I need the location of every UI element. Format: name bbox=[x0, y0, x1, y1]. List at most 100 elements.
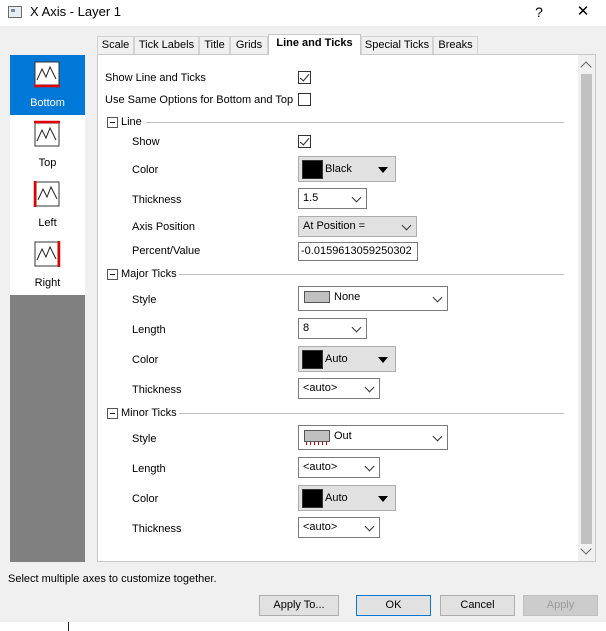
line-section-header: Line bbox=[121, 116, 142, 128]
chevron-down-icon bbox=[432, 292, 443, 303]
line-collapse-button[interactable] bbox=[107, 117, 118, 128]
minor-color-value: Auto bbox=[325, 492, 348, 504]
minor-ticks-section-header: Minor Ticks bbox=[121, 407, 177, 419]
cancel-button[interactable]: Cancel bbox=[440, 595, 515, 616]
major-color-dropdown[interactable]: Auto bbox=[298, 346, 396, 372]
line-thickness-label: Thickness bbox=[132, 194, 182, 206]
axis-item-top[interactable]: Top bbox=[10, 115, 85, 175]
minor-ticks-collapse-button[interactable] bbox=[107, 408, 118, 419]
percent-value-label: Percent/Value bbox=[132, 245, 201, 257]
chevron-down-icon bbox=[378, 357, 388, 363]
axis-item-right[interactable]: Right bbox=[10, 235, 85, 295]
same-options-checkbox[interactable] bbox=[298, 93, 311, 106]
axis-position-label: Axis Position bbox=[132, 221, 195, 233]
minor-style-label: Style bbox=[132, 433, 157, 445]
major-thickness-dropdown[interactable]: <auto> bbox=[298, 378, 380, 399]
minor-thickness-dropdown[interactable]: <auto> bbox=[298, 517, 380, 538]
major-color-value: Auto bbox=[325, 353, 348, 365]
major-style-value: None bbox=[334, 291, 361, 303]
window-title: X Axis - Layer 1 bbox=[30, 4, 122, 19]
axis-position-dropdown[interactable]: At Position = bbox=[298, 216, 417, 237]
axis-label-left: Left bbox=[38, 217, 57, 229]
same-options-label: Use Same Options for Bottom and Top bbox=[105, 94, 294, 106]
axis-selector-panel: Bottom Top Left Right bbox=[10, 55, 85, 562]
minor-color-swatch bbox=[302, 489, 323, 508]
scroll-down-icon[interactable] bbox=[580, 543, 592, 555]
bottom-axis-icon bbox=[34, 61, 60, 88]
line-section-divider bbox=[146, 122, 564, 123]
tab-title[interactable]: Title bbox=[199, 36, 230, 54]
major-length-label: Length bbox=[132, 324, 166, 336]
status-text: Select multiple axes to customize togeth… bbox=[8, 573, 217, 585]
major-ticks-section-header: Major Ticks bbox=[121, 268, 177, 280]
line-show-label: Show bbox=[132, 136, 160, 148]
ok-button[interactable]: OK bbox=[356, 595, 431, 616]
minor-style-dropdown[interactable]: Out bbox=[298, 425, 448, 450]
scroll-up-icon[interactable] bbox=[580, 61, 592, 73]
tab-special-ticks[interactable]: Special Ticks bbox=[361, 36, 433, 54]
major-style-swatch bbox=[304, 291, 330, 303]
line-and-ticks-panel: Show Line and Ticks Use Same Options for… bbox=[97, 54, 596, 562]
major-ticks-section-divider bbox=[179, 274, 564, 275]
minor-thickness-value: <auto> bbox=[303, 521, 338, 533]
chevron-down-icon bbox=[351, 322, 362, 333]
show-line-and-ticks-checkbox[interactable] bbox=[298, 71, 311, 84]
minor-style-value: Out bbox=[334, 430, 352, 442]
axis-label-bottom: Bottom bbox=[30, 97, 65, 109]
show-line-and-ticks-label: Show Line and Ticks bbox=[105, 72, 206, 84]
minor-ticks-section-divider bbox=[179, 413, 564, 414]
help-button[interactable]: ? bbox=[528, 1, 550, 23]
axis-label-right: Right bbox=[34, 277, 61, 289]
tab-scale[interactable]: Scale bbox=[97, 36, 134, 54]
tab-line-and-ticks[interactable]: Line and Ticks bbox=[268, 34, 361, 55]
tab-breaks[interactable]: Breaks bbox=[433, 36, 478, 54]
panel-scrollbar[interactable] bbox=[578, 55, 595, 561]
major-thickness-label: Thickness bbox=[132, 384, 182, 396]
line-show-checkbox[interactable] bbox=[298, 135, 311, 148]
major-color-swatch bbox=[302, 350, 323, 369]
tab-tick-labels[interactable]: Tick Labels bbox=[134, 36, 199, 54]
percent-value-input[interactable]: -0.0159613059250302 bbox=[298, 242, 418, 261]
major-thickness-value: <auto> bbox=[303, 382, 338, 394]
close-button[interactable]: ✕ bbox=[570, 1, 596, 23]
minor-style-swatch bbox=[304, 430, 330, 445]
chevron-down-icon bbox=[378, 496, 388, 502]
axis-list: Bottom Top Left Right bbox=[10, 55, 85, 295]
major-ticks-collapse-button[interactable] bbox=[107, 269, 118, 280]
tab-grids[interactable]: Grids bbox=[230, 36, 268, 54]
apply-button: Apply bbox=[523, 595, 598, 616]
line-color-label: Color bbox=[132, 164, 159, 176]
line-thickness-value: 1.5 bbox=[303, 192, 319, 204]
percent-value-text: -0.0159613059250302 bbox=[301, 245, 412, 257]
chevron-down-icon bbox=[364, 521, 375, 532]
title-bar: X Axis - Layer 1 ? ✕ bbox=[0, 0, 606, 26]
right-axis-icon bbox=[34, 241, 61, 267]
axis-item-left[interactable]: Left bbox=[10, 175, 85, 235]
left-axis-icon bbox=[33, 181, 60, 207]
axis-position-value: At Position = bbox=[303, 220, 366, 232]
line-color-swatch bbox=[302, 160, 323, 179]
apply-to-button[interactable]: Apply To... bbox=[259, 595, 339, 616]
chevron-down-icon bbox=[432, 431, 443, 442]
line-thickness-dropdown[interactable]: 1.5 bbox=[298, 188, 367, 209]
minor-length-dropdown[interactable]: <auto> bbox=[298, 457, 380, 478]
axis-item-bottom[interactable]: Bottom bbox=[10, 55, 85, 115]
line-color-value: Black bbox=[325, 163, 352, 175]
axis-label-top: Top bbox=[38, 157, 57, 169]
top-axis-icon bbox=[34, 120, 60, 147]
major-length-dropdown[interactable]: 8 bbox=[298, 318, 367, 339]
chevron-down-icon bbox=[351, 192, 362, 203]
minor-thickness-label: Thickness bbox=[132, 523, 182, 535]
major-color-label: Color bbox=[132, 354, 159, 366]
minor-length-value: <auto> bbox=[303, 461, 338, 473]
minor-color-label: Color bbox=[132, 493, 159, 505]
major-style-dropdown[interactable]: None bbox=[298, 286, 448, 311]
background-window-strip bbox=[0, 622, 606, 631]
chevron-down-icon bbox=[378, 167, 388, 173]
major-style-label: Style bbox=[132, 294, 157, 306]
window-icon bbox=[8, 6, 22, 18]
line-color-dropdown[interactable]: Black bbox=[298, 156, 396, 182]
background-divider bbox=[68, 622, 69, 631]
minor-color-dropdown[interactable]: Auto bbox=[298, 485, 396, 511]
scrollbar-thumb[interactable] bbox=[581, 74, 592, 544]
